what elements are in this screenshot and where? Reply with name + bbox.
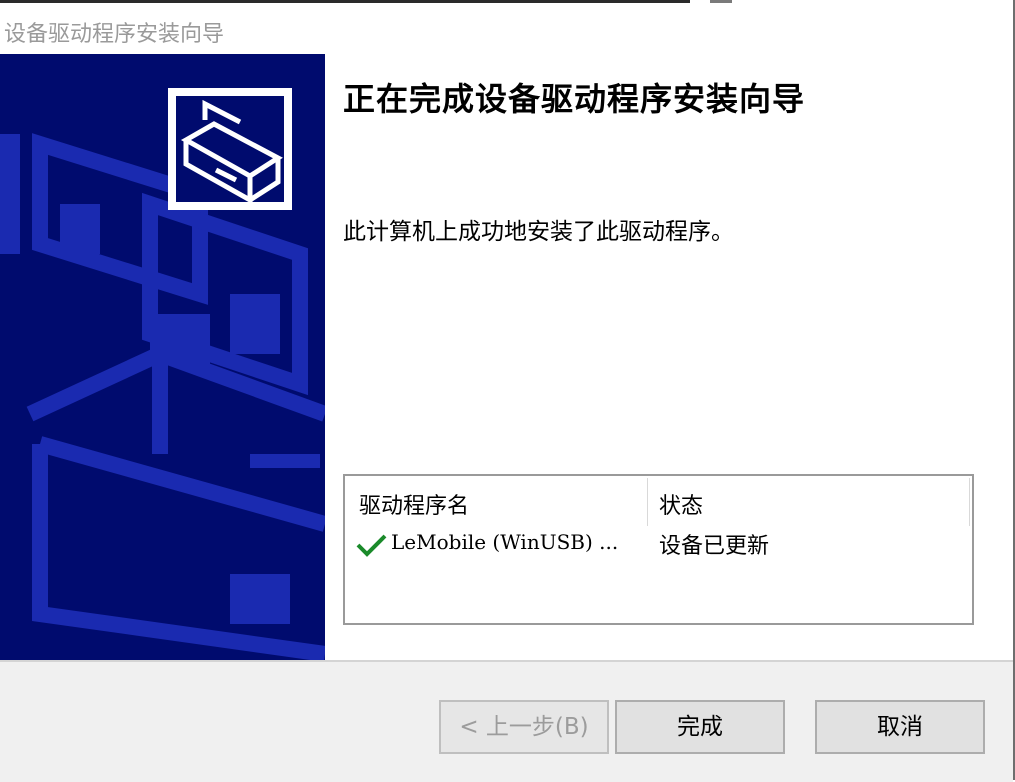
driver-list[interactable]: 驱动程序名 状态 LeMobile (WinUSB) ... 设备已更新 — [343, 474, 974, 625]
checkmark-icon — [356, 534, 387, 557]
window-title: 设备驱动程序安装向导 — [4, 22, 225, 47]
hardware-illustration — [0, 88, 325, 660]
driver-name: LeMobile (WinUSB) ... — [391, 530, 619, 554]
back-button[interactable]: < 上一步(B) — [439, 700, 609, 754]
driver-status: 设备已更新 — [659, 534, 770, 559]
column-header-driver-name[interactable]: 驱动程序名 — [359, 488, 469, 520]
cancel-button[interactable]: 取消 — [815, 700, 985, 754]
title-bar[interactable]: 设备驱动程序安装向导 — [0, 4, 1013, 54]
background-strip-mark — [710, 0, 732, 3]
column-divider[interactable] — [647, 478, 648, 526]
column-divider[interactable] — [969, 478, 970, 526]
page-heading: 正在完成设备驱动程序安装向导 — [343, 80, 806, 118]
wizard-sidebar-banner — [0, 54, 325, 660]
success-message: 此计算机上成功地安装了此驱动程序。 — [343, 219, 734, 245]
finish-button[interactable]: 完成 — [615, 700, 785, 754]
device-icon — [168, 88, 292, 210]
table-row[interactable]: LeMobile (WinUSB) ... 设备已更新 — [355, 526, 955, 562]
background-strip-dark — [0, 0, 690, 3]
column-header-status[interactable]: 状态 — [659, 488, 703, 520]
